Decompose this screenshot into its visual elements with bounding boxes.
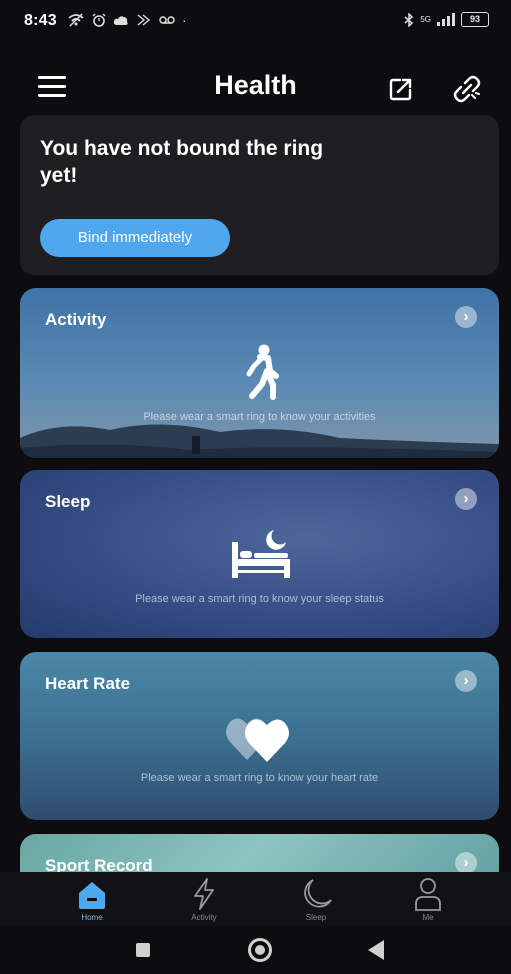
bind-ring-message: You have not bound the ring yet! bbox=[40, 137, 324, 187]
heart-rate-card[interactable]: Heart Rate › Please wear a smart ring to… bbox=[20, 652, 499, 820]
sleep-card[interactable]: Sleep › Please wear a smart ring to know… bbox=[20, 470, 499, 638]
app-bar: Health bbox=[0, 58, 511, 114]
sleep-hint: Please wear a smart ring to know your sl… bbox=[135, 593, 384, 605]
bluetooth-icon bbox=[404, 12, 414, 27]
chevron-right-icon: › bbox=[455, 488, 477, 510]
system-nav-bar bbox=[0, 926, 511, 974]
person-icon bbox=[415, 878, 441, 911]
bed-moon-icon bbox=[232, 530, 290, 578]
nav-activity-label: Activity bbox=[191, 913, 217, 922]
recents-button[interactable] bbox=[136, 943, 150, 957]
activity-card[interactable]: Activity › Please wear a smart ring to k… bbox=[20, 288, 499, 458]
status-bar: 8:43 · 5G 93 bbox=[0, 0, 511, 44]
bind-ring-card: You have not bound the ring yet! Bind im… bbox=[20, 115, 499, 275]
cast-icon bbox=[137, 14, 150, 26]
mountain-background bbox=[20, 424, 499, 458]
wifi-off-icon bbox=[68, 13, 84, 27]
nav-sleep-label: Sleep bbox=[305, 913, 327, 922]
back-button[interactable] bbox=[368, 940, 384, 960]
alarm-icon bbox=[92, 13, 106, 27]
cloud-icon bbox=[114, 16, 128, 25]
nav-sleep[interactable]: Sleep bbox=[271, 872, 361, 926]
heart-icon bbox=[226, 718, 289, 762]
status-time: 8:43 bbox=[24, 12, 57, 29]
home-button[interactable] bbox=[248, 938, 272, 962]
bottom-nav: Home Activity Sleep Me bbox=[0, 872, 511, 926]
moon-icon bbox=[304, 879, 332, 908]
heart-rate-card-title: Heart Rate bbox=[45, 674, 131, 693]
voicemail-icon bbox=[158, 16, 175, 24]
nav-activity[interactable]: Activity bbox=[159, 872, 249, 926]
battery-indicator: 93 bbox=[461, 12, 489, 27]
signal-icon bbox=[437, 13, 455, 26]
page-title: Health bbox=[214, 70, 297, 100]
nav-me[interactable]: Me bbox=[383, 872, 473, 926]
home-icon bbox=[79, 882, 105, 909]
activity-card-title: Activity bbox=[45, 310, 107, 329]
chevron-right-icon: › bbox=[455, 670, 477, 692]
heart-rate-hint: Please wear a smart ring to know your he… bbox=[140, 772, 379, 784]
chevron-right-icon: › bbox=[455, 306, 477, 328]
app-screen: 8:43 · 5G 93 Health You have not bound t… bbox=[0, 0, 511, 974]
signal-label: 5G bbox=[420, 15, 431, 24]
lightning-icon bbox=[194, 878, 214, 910]
sleep-card-title: Sleep bbox=[45, 492, 91, 511]
nav-home[interactable]: Home bbox=[47, 872, 137, 926]
bind-immediately-button[interactable]: Bind immediately bbox=[40, 219, 230, 257]
share-icon[interactable] bbox=[388, 76, 414, 102]
status-dot: · bbox=[182, 13, 191, 28]
activity-hint: Please wear a smart ring to know your ac… bbox=[143, 411, 376, 423]
nav-me-label: Me bbox=[422, 913, 434, 922]
chevron-right-icon: › bbox=[455, 852, 477, 874]
status-right: 5G 93 bbox=[404, 12, 489, 27]
status-notification-icons: · bbox=[68, 13, 190, 28]
unlink-icon[interactable] bbox=[452, 74, 482, 104]
walking-person-icon bbox=[246, 344, 279, 400]
nav-home-label: Home bbox=[81, 913, 103, 922]
